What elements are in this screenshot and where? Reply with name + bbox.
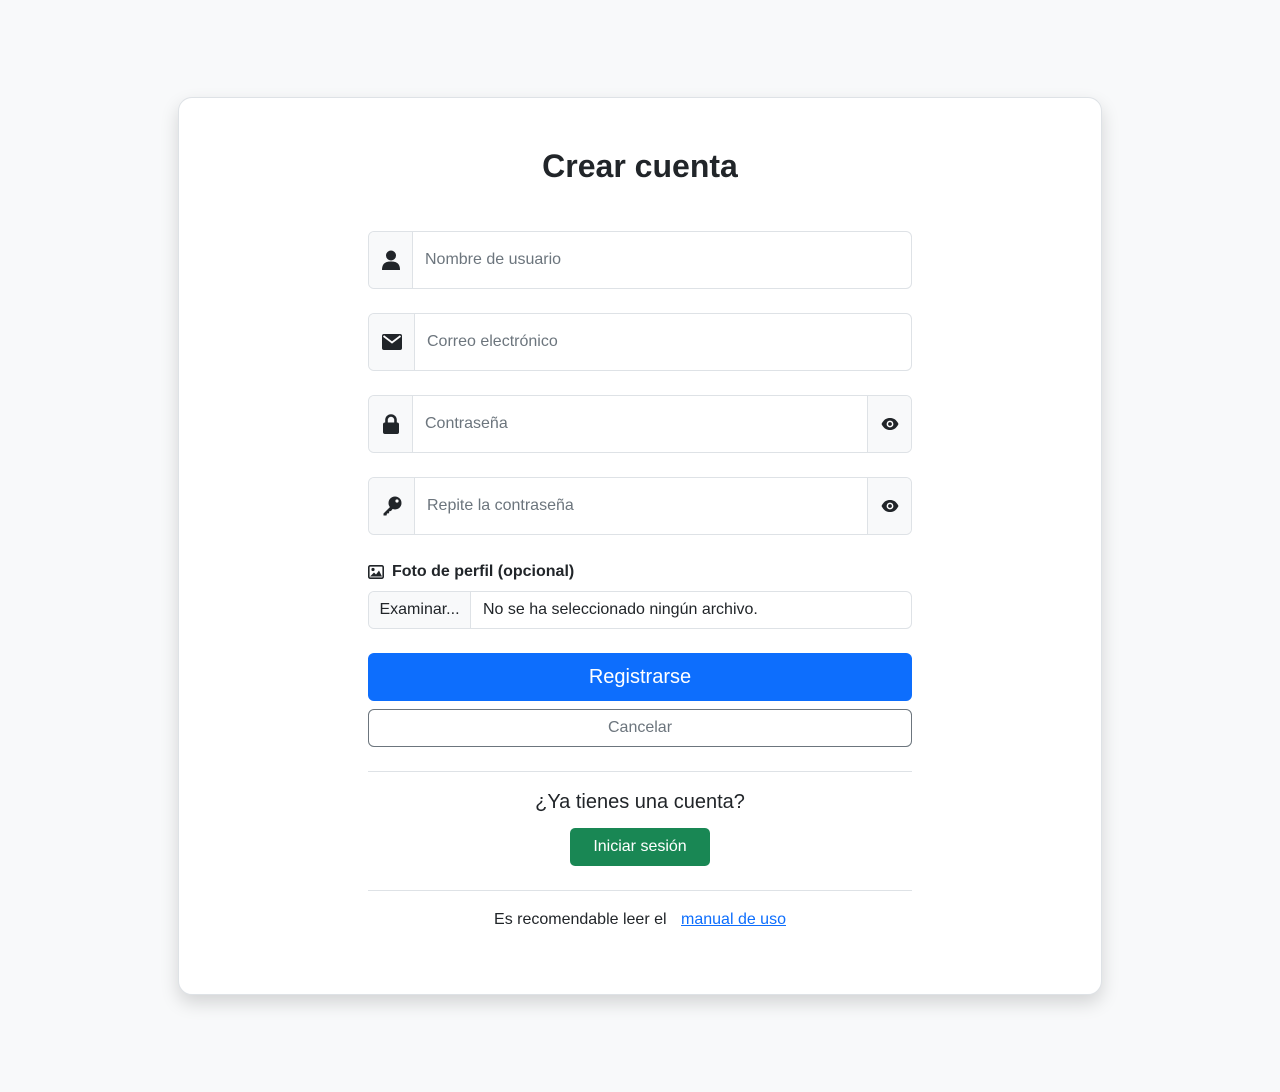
eye-icon [881, 418, 898, 430]
manual-note: Es recomendable leer el manual de uso [0, 910, 1280, 930]
lock-icon [369, 396, 413, 452]
profile-photo-file-input[interactable]: Examinar... No se ha seleccionado ningún… [368, 591, 912, 629]
email-group [368, 313, 912, 371]
manual-link[interactable]: manual de uso [681, 911, 786, 928]
page-title: Crear cuenta [542, 148, 738, 184]
eye-icon [881, 500, 898, 512]
divider [368, 771, 912, 772]
email-input[interactable] [415, 314, 911, 370]
user-icon [369, 232, 413, 288]
profile-photo-label-text: Foto de perfil (opcional) [392, 563, 575, 580]
toggle-password-button[interactable] [867, 396, 911, 452]
profile-photo-label: Foto de perfil (opcional) [368, 562, 574, 582]
login-button[interactable]: Iniciar sesión [570, 828, 710, 866]
register-button[interactable]: Registrarse [368, 653, 912, 701]
cancel-button[interactable]: Cancelar [368, 709, 912, 747]
password-group [368, 395, 912, 453]
key-icon [369, 478, 415, 534]
password-input[interactable] [413, 396, 867, 452]
browse-button[interactable]: Examinar... [369, 592, 471, 628]
password-repeat-input[interactable] [415, 478, 867, 534]
envelope-icon [369, 314, 415, 370]
toggle-password-repeat-button[interactable] [867, 478, 911, 534]
username-input[interactable] [413, 232, 911, 288]
username-group [368, 231, 912, 289]
have-account-question: ¿Ya tienes una cuenta? [535, 791, 745, 813]
manual-note-text: Es recomendable leer el [494, 911, 667, 928]
password-repeat-group [368, 477, 912, 535]
divider [368, 890, 912, 891]
file-status: No se ha seleccionado ningún archivo. [483, 601, 758, 618]
image-icon [368, 565, 384, 579]
